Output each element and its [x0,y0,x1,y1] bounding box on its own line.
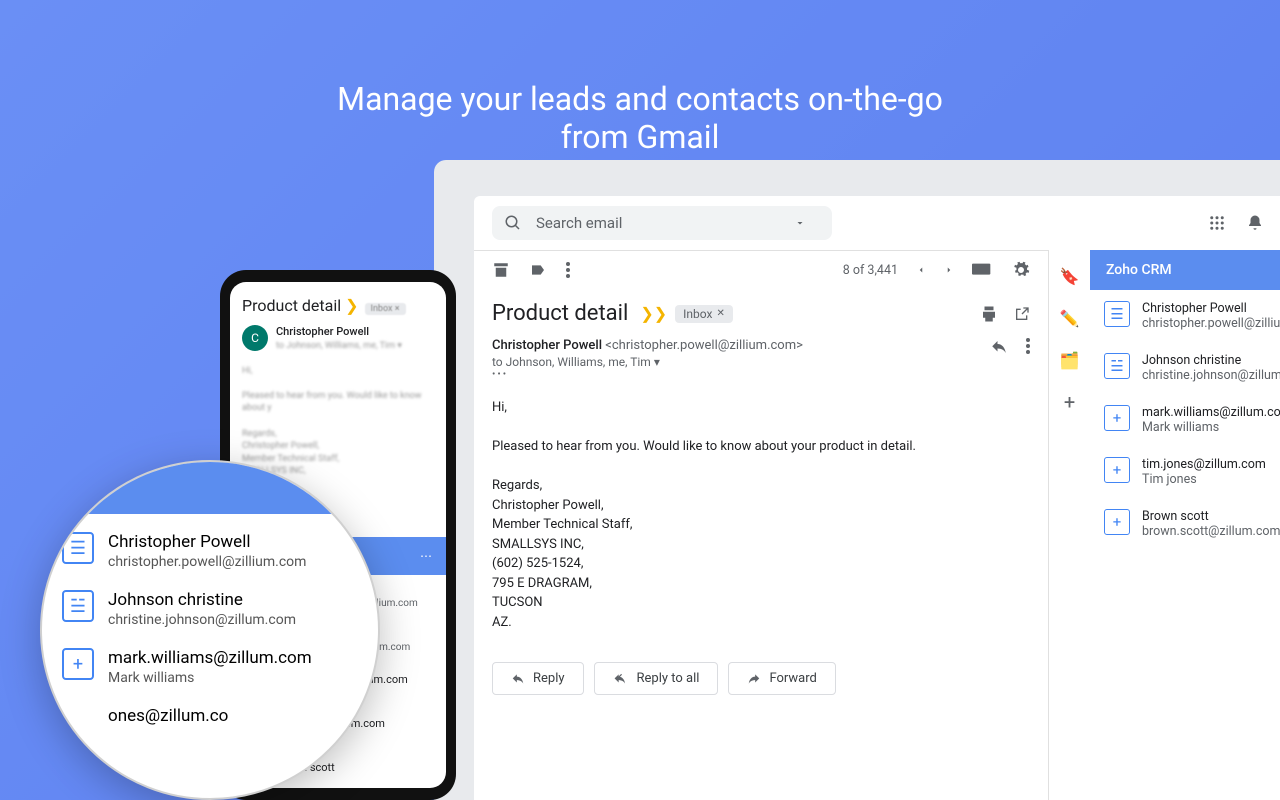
lens-contact-item[interactable]: +mark.williams@zillum.comMark williams [42,638,378,696]
panel-header: Zoho CRM [1090,250,1280,290]
phone-sender-avatar: C [242,325,268,351]
add-addon-icon[interactable]: + [1060,392,1080,412]
reply-button[interactable]: Reply [492,662,584,695]
contact-item[interactable]: +Brown scottbrown.scott@zillum.com [1090,498,1280,550]
next-icon[interactable] [944,263,954,277]
contact-item[interactable]: +mark.williams@zillum.comMark williams [1090,394,1280,446]
lens-contact-item[interactable]: ☰Christopher Powellchristopher.powell@zi… [42,522,378,580]
inbox-chip[interactable]: Inbox✕ [675,305,733,323]
sender-name: Christopher Powell [492,338,602,353]
prev-icon[interactable] [916,263,926,277]
mail-toolbar: 8 of 3,441 [492,251,1030,289]
phone-sender-name: Christopher Powell [276,325,402,338]
panel-title: Zoho CRM [1106,262,1172,278]
addon-rail: 🔖 ✏️ 🗂️ + [1048,250,1090,800]
important-icon[interactable]: ❯❯ [640,304,667,323]
add-contact-icon: + [1104,509,1130,535]
contact-icon: ☰ [62,532,94,564]
lens-contact-item[interactable]: ones@zillum.co [42,696,378,736]
archive-icon[interactable] [492,261,510,279]
chevron-down-icon[interactable]: ▾ [654,355,660,369]
addon-icon-3[interactable]: 🗂️ [1060,350,1080,370]
add-contact-icon: + [1104,405,1130,431]
lead-icon: ☱ [62,590,94,622]
phone-subject: Product detail [242,296,341,315]
zoho-panel: Zoho CRM ☰Christopher Powellchristopher.… [1090,250,1280,800]
magnifier-lens: o CRM ☰Christopher Powellchristopher.pow… [40,460,380,800]
hero-title: Manage your leads and contacts on-the-go… [320,80,960,156]
email-subject: Product detail [492,301,628,326]
lens-contact-item[interactable]: ☱Johnson christinechristine.johnson@zill… [42,580,378,638]
print-icon[interactable] [980,305,998,323]
forward-button[interactable]: Forward [728,662,835,695]
add-contact-icon: + [62,648,94,680]
phone-panel-menu-icon[interactable]: ⋯ [420,549,432,563]
open-new-icon[interactable] [1014,306,1030,322]
gmail-screen: Search email B 8 of 3,441 Product detail [474,196,1280,800]
more-icon[interactable] [566,262,570,278]
lead-icon: ☱ [1104,353,1130,379]
contact-item[interactable]: ☱Johnson christinechristine.johnson@zill… [1090,342,1280,394]
addon-icon-2[interactable]: ✏️ [1060,308,1080,328]
sender-email: <christopher.powell@zillium.com> [605,338,803,353]
show-trimmed-icon[interactable]: ••• [492,369,990,380]
contact-item[interactable]: +tim.jones@zillum.comTim jones [1090,446,1280,498]
addon-icon-1[interactable]: 🔖 [1060,266,1080,286]
recipients: to Johnson, Williams, me, Tim [492,355,651,369]
apps-icon[interactable] [1208,214,1226,232]
gmail-top-bar: Search email B [474,196,1280,250]
mail-pane: 8 of 3,441 Product detail ❯❯ Inbox✕ Chri… [474,250,1048,800]
reply-icon[interactable] [990,338,1008,356]
gear-icon[interactable] [1012,261,1030,279]
search-icon [504,214,522,232]
page-count: 8 of 3,441 [843,263,898,278]
search-box[interactable]: Search email [492,206,832,240]
bell-icon[interactable] [1246,214,1264,232]
label-icon[interactable] [528,262,548,278]
contact-item[interactable]: ☰Christopher Powellchristopher.powell@zi… [1090,290,1280,342]
chevron-down-icon[interactable] [794,217,806,229]
more-vert-icon[interactable] [1026,338,1030,354]
panel-list: ☰Christopher Powellchristopher.powell@zi… [1090,290,1280,800]
add-contact-icon: + [1104,457,1130,483]
keyboard-icon[interactable] [972,263,994,277]
search-placeholder: Search email [536,214,794,232]
reply-all-button[interactable]: Reply to all [594,662,719,695]
contact-icon: ☰ [1104,301,1130,327]
laptop-frame: Search email B 8 of 3,441 Product detail [434,160,1280,800]
email-body: Hi, Pleased to hear from you. Would like… [492,386,1030,652]
